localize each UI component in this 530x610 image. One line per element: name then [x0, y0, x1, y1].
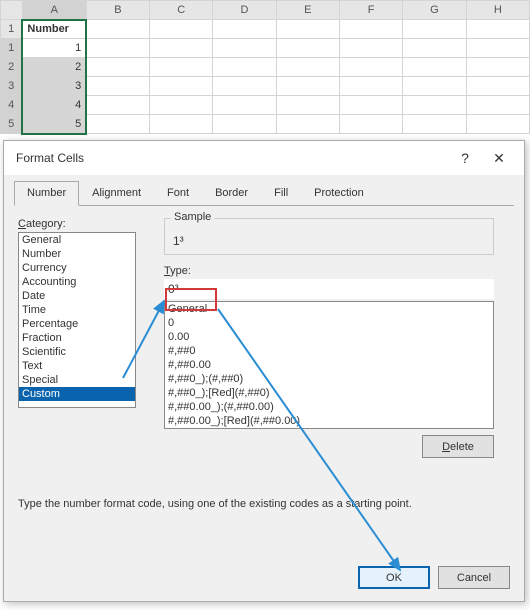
- list-item[interactable]: Custom: [19, 387, 135, 401]
- tab-alignment[interactable]: Alignment: [79, 181, 154, 206]
- row-header[interactable]: 5: [1, 115, 23, 134]
- sample-label: Sample: [171, 211, 214, 223]
- col-header[interactable]: A: [22, 1, 86, 20]
- delete-button[interactable]: Delete: [422, 435, 494, 458]
- list-item[interactable]: 0: [165, 316, 493, 330]
- col-header[interactable]: D: [213, 1, 276, 20]
- col-header[interactable]: H: [466, 1, 529, 20]
- list-item[interactable]: General: [19, 233, 135, 247]
- cell[interactable]: 5: [22, 115, 86, 134]
- list-item[interactable]: #,##0.00: [165, 358, 493, 372]
- row-header[interactable]: 1: [1, 20, 23, 39]
- row-header[interactable]: 3: [1, 77, 23, 96]
- list-item[interactable]: #,##0.00_);(#,##0.00): [165, 400, 493, 414]
- select-all-corner[interactable]: [1, 1, 23, 20]
- tab-font[interactable]: Font: [154, 181, 202, 206]
- list-item[interactable]: #,##0_);(#,##0): [165, 372, 493, 386]
- cell[interactable]: 3: [22, 77, 86, 96]
- list-item[interactable]: Date: [19, 289, 135, 303]
- row-header[interactable]: 1: [1, 39, 23, 58]
- dialog-tabs: Number Alignment Font Border Fill Protec…: [4, 175, 524, 206]
- list-item[interactable]: Time: [19, 303, 135, 317]
- cell[interactable]: 4: [22, 96, 86, 115]
- col-header[interactable]: C: [150, 1, 213, 20]
- type-label: Type:: [164, 265, 494, 277]
- list-item[interactable]: #,##0: [165, 344, 493, 358]
- type-list[interactable]: General 0 0.00 #,##0 #,##0.00 #,##0_);(#…: [164, 301, 494, 429]
- list-item[interactable]: Accounting: [19, 275, 135, 289]
- list-item[interactable]: $#,##0_);($#,##0): [165, 428, 493, 429]
- close-icon[interactable]: ✕: [482, 143, 516, 173]
- ok-button[interactable]: OK: [358, 566, 430, 589]
- cell[interactable]: Number: [22, 20, 86, 39]
- col-header[interactable]: E: [276, 1, 339, 20]
- tab-number[interactable]: Number: [14, 181, 79, 206]
- dialog-title: Format Cells: [16, 151, 448, 165]
- row-header[interactable]: 4: [1, 96, 23, 115]
- cancel-button[interactable]: Cancel: [438, 566, 510, 589]
- col-header[interactable]: G: [403, 1, 466, 20]
- list-item[interactable]: #,##0_);[Red](#,##0): [165, 386, 493, 400]
- list-item[interactable]: Fraction: [19, 331, 135, 345]
- list-item[interactable]: Text: [19, 359, 135, 373]
- list-item[interactable]: 0.00: [165, 330, 493, 344]
- col-header[interactable]: F: [339, 1, 402, 20]
- cell[interactable]: 2: [22, 58, 86, 77]
- list-item[interactable]: Scientific: [19, 345, 135, 359]
- list-item[interactable]: Number: [19, 247, 135, 261]
- row-header[interactable]: 2: [1, 58, 23, 77]
- list-item[interactable]: Percentage: [19, 317, 135, 331]
- list-item[interactable]: General: [165, 302, 493, 316]
- list-item[interactable]: #,##0.00_);[Red](#,##0.00): [165, 414, 493, 428]
- tab-protection[interactable]: Protection: [301, 181, 377, 206]
- type-input[interactable]: 0³: [164, 279, 494, 299]
- tab-fill[interactable]: Fill: [261, 181, 301, 206]
- sample-value: 1³: [173, 234, 485, 248]
- category-label: Category:: [18, 218, 136, 230]
- format-cells-dialog: Format Cells ? ✕ Number Alignment Font B…: [3, 140, 525, 602]
- spreadsheet-grid: A B C D E F G H 1 Number 1 1 2 2 3 3 4 4…: [0, 0, 530, 135]
- col-header[interactable]: B: [86, 1, 149, 20]
- category-list[interactable]: General Number Currency Accounting Date …: [18, 232, 136, 408]
- list-item[interactable]: Currency: [19, 261, 135, 275]
- cell[interactable]: 1: [22, 39, 86, 58]
- hint-text: Type the number format code, using one o…: [18, 498, 510, 510]
- help-icon[interactable]: ?: [448, 143, 482, 173]
- tab-border[interactable]: Border: [202, 181, 261, 206]
- sample-box: Sample 1³: [164, 218, 494, 255]
- list-item[interactable]: Special: [19, 373, 135, 387]
